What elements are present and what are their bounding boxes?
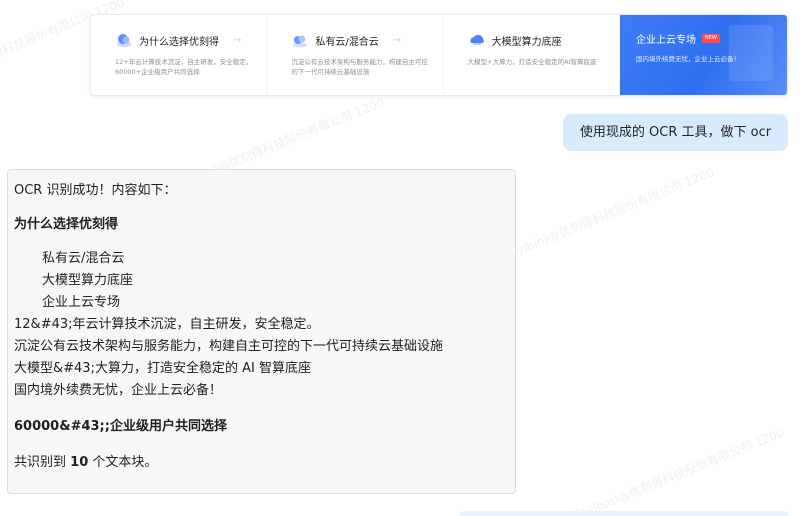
- card-desc-line: 的下一代可持续云基础设施: [291, 68, 370, 76]
- card-title: 私有云/混合云: [315, 36, 379, 48]
- card-decoration: [728, 25, 773, 81]
- ocr-heading: 为什么选择优刻得: [14, 217, 119, 232]
- shared-screenshot[interactable]: 为什么选择优刻得 → 12+年云计算技术沉淀，自主研发，安全稳定， 60000+…: [90, 14, 788, 96]
- summary-suffix: 个文本块。: [92, 455, 158, 470]
- card-desc-line: 12+年云计算技术沉淀，自主研发，安全稳定，: [115, 58, 253, 66]
- card-title: 大模型算力底座: [491, 36, 562, 48]
- ocr-users-line: 60000&#43;;企业级用户共同选择: [14, 419, 227, 434]
- feature-card-ai-compute: 大模型算力底座 大模型+大算力，打造安全稳定的AI智算底座: [442, 15, 619, 95]
- card-title: 企业上云专场: [635, 35, 696, 46]
- cloud-server-icon: [291, 31, 309, 49]
- ocr-item: 企业上云专场: [42, 295, 121, 310]
- next-user-message-bubble: [459, 511, 789, 516]
- ocr-item: 大模型算力底座: [42, 273, 134, 288]
- arrow-right-icon: →: [233, 34, 242, 46]
- cloud-compute-icon: [468, 31, 486, 49]
- card-desc-line: 60000+企业级用户共同选择: [115, 68, 200, 76]
- feature-card-private-cloud: 私有云/混合云 → 沉淀公有云技术架构与服务能力，构建自主可控 的下一代可持续云…: [266, 15, 442, 95]
- new-badge: NEW: [701, 34, 720, 43]
- summary-prefix: 共识别到: [14, 455, 67, 470]
- feature-card-why: 为什么选择优刻得 → 12+年云计算技术沉淀，自主研发，安全稳定， 60000+…: [91, 15, 266, 95]
- card-desc-line: 沉淀公有云技术架构与服务能力，构建自主可控: [291, 58, 428, 66]
- assistant-message: OCR 识别成功！内容如下： 为什么选择优刻得 私有云/混合云 大模型算力底座 …: [7, 169, 516, 494]
- user-message-bubble: 使用现成的 OCR 工具，做下 ocr: [563, 114, 788, 151]
- ocr-text-line: 国内境外续费无忧，企业上云必备！: [14, 383, 223, 398]
- arrow-right-icon: →: [392, 34, 402, 46]
- feature-card-enterprise: 企业上云专场 NEW 国内境外续费无忧，企业上云必备！: [618, 15, 787, 95]
- summary-count: 10: [70, 455, 89, 470]
- ocr-text-line: 12&#43;年云计算技术沉淀，自主研发，安全稳定。: [14, 317, 320, 332]
- cloud-stack-icon: [115, 31, 133, 49]
- ocr-item: 私有云/混合云: [42, 251, 125, 266]
- ocr-text-line: 沉淀公有云技术架构与服务能力，构建自主可控的下一代可持续云基础设施: [14, 339, 444, 354]
- card-title: 为什么选择优刻得: [139, 36, 219, 48]
- card-desc-line: 大模型+大算力，打造安全稳定的AI智算底座: [467, 58, 597, 66]
- ocr-intro: OCR 识别成功！内容如下：: [14, 183, 177, 198]
- watermark: 钱荣荣(yibin)@优刻得科技股份有限公司 1200: [546, 425, 787, 516]
- ocr-summary: 共识别到 10 个文本块。: [14, 452, 509, 474]
- ocr-text-line: 大模型&#43;大算力，打造安全稳定的 AI 智算底座: [14, 361, 311, 376]
